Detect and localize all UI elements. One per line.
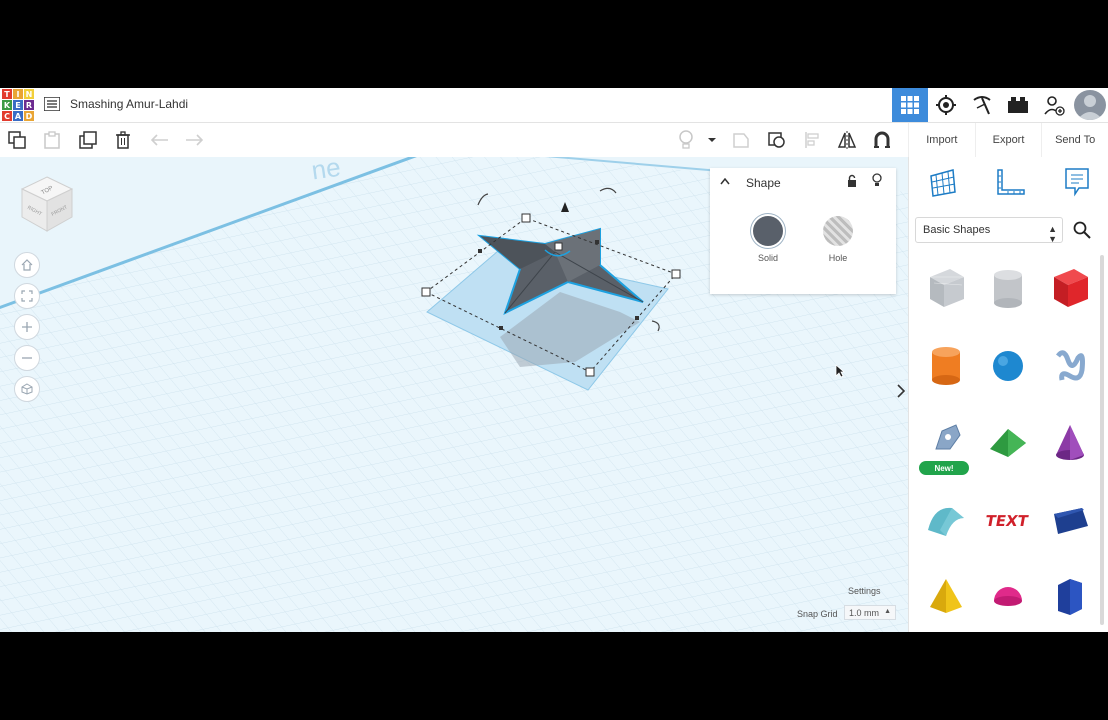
shape-polygon[interactable]: [1039, 565, 1101, 632]
search-icon: [1073, 221, 1091, 239]
shape-scribble[interactable]: [1039, 334, 1101, 411]
bulb-icon[interactable]: [872, 173, 882, 188]
export-button[interactable]: Export: [974, 123, 1042, 157]
dropdown-icon[interactable]: [702, 130, 722, 150]
edit-toolbar: [0, 123, 908, 158]
shape-sphere[interactable]: [977, 334, 1039, 411]
shape-half-sphere[interactable]: [977, 565, 1039, 632]
shape-round-roof[interactable]: [915, 488, 977, 565]
shape-cone[interactable]: [1039, 411, 1101, 488]
fit-view-button[interactable]: [14, 283, 40, 309]
shape-cylinder-hole[interactable]: [977, 257, 1039, 334]
shape-box[interactable]: [1039, 257, 1101, 334]
logo-tile: C: [2, 111, 12, 121]
shape-inspector: Shape Solid Hole: [710, 168, 896, 294]
copy-icon[interactable]: [7, 130, 27, 150]
shapes-sidebar: Basic Shapes ▲ ▼ New! TEXT: [908, 157, 1108, 632]
logo-tile: D: [24, 111, 34, 121]
settings-link[interactable]: Settings: [848, 586, 881, 596]
notes-icon[interactable]: [1063, 166, 1091, 203]
avatar[interactable]: [1072, 88, 1108, 122]
logo-tile: K: [2, 100, 12, 110]
shape-pyramid[interactable]: [915, 565, 977, 632]
perspective-button[interactable]: [14, 376, 40, 402]
top-icons: [892, 88, 1108, 122]
shape-category-select[interactable]: Basic Shapes ▲ ▼: [915, 217, 1063, 244]
shape-box-hole[interactable]: [915, 257, 977, 334]
logo-tile: N: [24, 89, 34, 99]
logo-tile: I: [13, 89, 23, 99]
ungroup-icon[interactable]: [767, 130, 787, 150]
shape-category-value: Basic Shapes: [923, 224, 991, 236]
paste-icon[interactable]: [42, 130, 62, 150]
solid-swatch[interactable]: [753, 216, 783, 246]
shape-text[interactable]: TEXT: [977, 488, 1039, 565]
solid-label: Solid: [757, 253, 778, 263]
delete-icon[interactable]: [113, 130, 133, 150]
import-button[interactable]: Import: [908, 123, 975, 157]
tinkercad-app: TIN KER CAD Smashing Amur-Lahdi Import Exp…: [0, 88, 1108, 632]
hole-label: Hole: [828, 253, 848, 263]
mouse-cursor-icon: [835, 364, 845, 378]
view-cube[interactable]: TOP RIGHT FRONT: [14, 171, 80, 237]
design-menu-icon[interactable]: [43, 96, 61, 112]
lock-icon[interactable]: [847, 174, 857, 188]
mirror-icon[interactable]: [837, 130, 857, 150]
new-badge: New!: [919, 461, 969, 475]
hole-swatch[interactable]: [823, 216, 853, 246]
bricks-icon[interactable]: [1000, 88, 1036, 122]
shape-roof[interactable]: [977, 411, 1039, 488]
snap-grid-label: Snap Grid: [797, 609, 838, 619]
add-user-icon[interactable]: [1036, 88, 1072, 122]
snap-grid-value: 1.0 mm: [849, 607, 880, 618]
logo-tile: R: [24, 100, 34, 110]
home-view-button[interactable]: [14, 252, 40, 278]
shape-inspector-title: Shape: [746, 176, 781, 190]
hole-option[interactable]: Hole: [818, 216, 858, 263]
redo-icon[interactable]: [184, 130, 204, 150]
chevron-up-icon[interactable]: [720, 178, 730, 185]
sidebar-scrollbar[interactable]: [1100, 255, 1104, 625]
undo-icon[interactable]: [150, 130, 170, 150]
select-caret-icon: ▲ ▼: [1048, 224, 1057, 244]
workplane-icon[interactable]: [927, 166, 959, 203]
tinkercad-logo[interactable]: TIN KER CAD: [2, 89, 34, 121]
logo-tile: E: [13, 100, 23, 110]
zoom-out-button[interactable]: [14, 345, 40, 371]
zoom-in-button[interactable]: [14, 314, 40, 340]
panel-collapse-icon[interactable]: [896, 383, 908, 403]
svg-text:TEXT: TEXT: [986, 512, 1030, 530]
logo-tile: A: [13, 111, 23, 121]
pickaxe-icon[interactable]: [964, 88, 1000, 122]
ruler-icon[interactable]: [994, 166, 1028, 203]
align-icon[interactable]: [803, 130, 823, 150]
shapes-grid: New! TEXT: [915, 257, 1101, 632]
light-icon[interactable]: [676, 130, 696, 150]
shape-cylinder[interactable]: [915, 334, 977, 411]
shape-inspector-header: Shape: [710, 168, 896, 194]
send-to-button[interactable]: Send To: [1041, 123, 1108, 157]
top-bar: TIN KER CAD Smashing Amur-Lahdi: [0, 88, 1108, 123]
group-icon[interactable]: [731, 130, 751, 150]
duplicate-icon[interactable]: [78, 130, 98, 150]
solid-option[interactable]: Solid: [748, 216, 788, 263]
logo-tile: T: [2, 89, 12, 99]
snap-grid-select[interactable]: 1.0 mm ▲: [844, 605, 896, 620]
design-title[interactable]: Smashing Amur-Lahdi: [70, 97, 188, 111]
workplane-viewport[interactable]: ne TOP RIGHT FRONT Settings Snap Grid 1.…: [0, 157, 908, 632]
shape-wedge[interactable]: [1039, 488, 1101, 565]
shape-shape-generator[interactable]: New!: [915, 411, 977, 488]
lightbulb-gear-icon[interactable]: [928, 88, 964, 122]
sidebar-tools: [909, 157, 1108, 211]
file-actions: Import Export Send To: [908, 123, 1108, 157]
caret-up-icon: ▲: [884, 608, 891, 615]
search-shapes-button[interactable]: [1069, 218, 1095, 242]
workplane-label: ne: [310, 157, 343, 185]
magnet-icon[interactable]: [872, 130, 892, 150]
grid-view-icon[interactable]: [892, 88, 928, 122]
